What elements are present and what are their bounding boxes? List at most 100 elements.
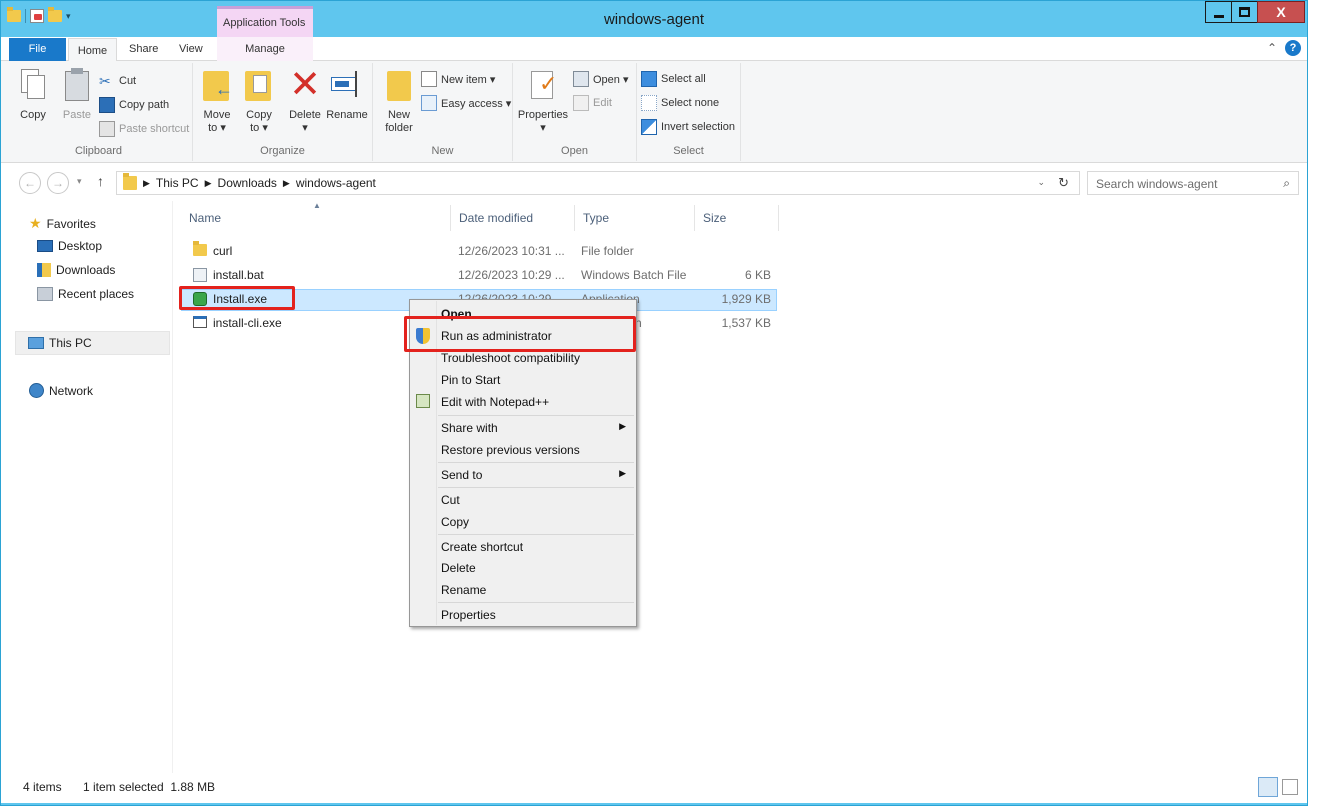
exe-file-icon [193, 316, 207, 331]
tab-share[interactable]: Share [129, 37, 158, 61]
menu-item-send-to[interactable]: Send to ▶ [410, 464, 636, 486]
up-arrow-icon[interactable]: ↑ [97, 173, 104, 189]
tab-home[interactable]: Home [68, 38, 117, 62]
rename-label: Rename [326, 109, 368, 121]
table-row[interactable]: install.bat 12/26/2023 10:29 ... Windows… [181, 265, 777, 287]
recent-locations-icon[interactable]: ▾ [77, 176, 82, 187]
forward-button[interactable]: → [47, 172, 69, 194]
submenu-arrow-icon: ▶ [619, 468, 626, 478]
details-view-icon[interactable] [1258, 777, 1278, 797]
nav-recent-places[interactable]: Recent places [37, 287, 134, 301]
copy-button[interactable]: Copy [13, 67, 53, 122]
breadcrumb-windows-agent[interactable]: windows-agent [296, 176, 376, 190]
large-icons-view-icon[interactable] [1282, 779, 1298, 795]
column-header-type[interactable]: Type [575, 205, 695, 231]
file-size: 1,929 KB [721, 292, 771, 306]
tab-manage[interactable]: Manage [217, 37, 313, 61]
minimize-ribbon-icon[interactable]: ⌃ [1267, 41, 1277, 55]
select-none-button[interactable]: Select none [641, 95, 719, 111]
menu-separator [438, 487, 634, 488]
menu-item-create-shortcut[interactable]: Create shortcut [410, 536, 636, 558]
properties-button[interactable]: ✓ Properties ▾ [515, 67, 571, 135]
properties-arrow: ▾ [540, 122, 546, 134]
column-header-name[interactable]: Name [181, 205, 451, 231]
nav-favorites[interactable]: ★ Favorites [29, 215, 96, 232]
delete-x-icon: ✕ [289, 64, 321, 106]
select-all-button[interactable]: Select all [641, 71, 706, 87]
copy-path-icon [99, 97, 115, 113]
nav-this-pc[interactable]: This PC [15, 331, 170, 355]
menu-item-pin-to-start[interactable]: Pin to Start [410, 369, 636, 391]
paste-button[interactable]: Paste [57, 67, 97, 122]
tab-file[interactable]: File [9, 38, 66, 61]
easy-access-icon [421, 95, 437, 111]
file-type: File folder [581, 244, 634, 258]
close-button[interactable]: X [1257, 1, 1305, 23]
maximize-button[interactable] [1231, 1, 1258, 23]
menu-item-edit-with-notepad[interactable]: Edit with Notepad++ [410, 391, 636, 413]
back-button[interactable]: ← [19, 172, 41, 194]
maximize-icon [1239, 7, 1250, 17]
breadcrumb-separator-icon: ▶ [143, 177, 150, 188]
refresh-icon[interactable]: ↻ [1058, 175, 1069, 191]
menu-item-share-with[interactable]: Share with ▶ [410, 417, 636, 439]
copy-to-button[interactable]: Copy to ▾ [239, 67, 279, 135]
help-icon[interactable]: ? [1285, 40, 1301, 56]
easy-access-button[interactable]: Easy access ▾ [421, 95, 511, 111]
scissors-icon: ✂ [99, 73, 111, 89]
menu-item-properties[interactable]: Properties [410, 604, 636, 626]
copy-to-label: Copy [246, 109, 272, 121]
open-button[interactable]: Open ▾ [573, 71, 629, 87]
explorer-window: ▾ Application Tools windows-agent X File… [0, 0, 1308, 806]
new-folder-button[interactable]: New folder [379, 67, 419, 135]
move-to-button[interactable]: ← Move to ▾ [197, 67, 237, 135]
cut-button[interactable]: ✂ Cut [99, 73, 136, 89]
paste-shortcut-button[interactable]: Paste shortcut [99, 121, 189, 137]
rename-button[interactable]: Rename [325, 67, 369, 122]
delete-button[interactable]: ✕ Delete ▾ [285, 64, 325, 135]
search-input[interactable]: Search windows-agent ⌕ [1087, 171, 1299, 195]
delete-arrow: ▾ [302, 122, 308, 134]
edit-notepad-label: Edit with Notepad++ [441, 395, 550, 409]
new-folder-icon [383, 67, 415, 103]
tab-view[interactable]: View [179, 37, 203, 61]
copy-path-button[interactable]: Copy path [99, 97, 169, 113]
edit-icon [573, 95, 589, 111]
column-header-date[interactable]: Date modified [451, 205, 575, 231]
address-dropdown-icon[interactable]: ⌄ [1037, 177, 1045, 188]
send-to-label: Send to [441, 468, 483, 482]
ribbon-help-area: ⌃ ? [1267, 40, 1301, 56]
window-title: windows-agent [603, 11, 705, 28]
highlight-box-run-as-admin [404, 316, 636, 352]
breadcrumb-downloads[interactable]: Downloads [218, 176, 277, 190]
menu-item-rename[interactable]: Rename [410, 579, 636, 601]
edit-button[interactable]: Edit [573, 95, 612, 111]
menu-item-delete[interactable]: Delete [410, 557, 636, 579]
menu-item-cut[interactable]: Cut [410, 489, 636, 511]
nav-downloads[interactable]: Downloads [37, 263, 115, 277]
minimize-button[interactable] [1205, 1, 1232, 23]
column-header-size[interactable]: Size [695, 205, 779, 231]
properties-label: Properties [517, 109, 569, 121]
organize-group-label: Organize [260, 145, 305, 157]
share-with-label: Share with [441, 421, 498, 435]
menu-item-restore-previous-versions[interactable]: Restore previous versions [410, 439, 636, 461]
new-item-button[interactable]: New item ▾ [421, 71, 495, 87]
submenu-arrow-icon: ▶ [619, 421, 626, 431]
nav-network[interactable]: Network [29, 383, 93, 398]
move-to-icon: ← [201, 67, 233, 103]
nav-desktop[interactable]: Desktop [37, 239, 102, 253]
ribbon: Copy Paste ✂ Cut Copy path Paste shortcu… [1, 61, 1307, 163]
easy-access-label: Easy access ▾ [441, 97, 512, 110]
address-toolbar: ← → ▾ ↑ ▶ This PC ▶ Downloads ▶ windows-… [1, 163, 1307, 201]
menu-item-copy[interactable]: Copy [410, 511, 636, 533]
invert-selection-button[interactable]: Invert selection [641, 119, 735, 135]
folder-icon [123, 173, 137, 190]
breadcrumb-this-pc[interactable]: This PC [156, 176, 199, 190]
close-icon: X [1276, 4, 1286, 20]
search-placeholder: Search windows-agent [1096, 177, 1218, 191]
table-row[interactable]: curl 12/26/2023 10:31 ... File folder [181, 241, 777, 263]
copy-to-label-2: to ▾ [250, 122, 268, 134]
address-field[interactable]: ▶ This PC ▶ Downloads ▶ windows-agent ⌄ … [116, 171, 1080, 195]
select-all-label: Select all [661, 73, 706, 85]
